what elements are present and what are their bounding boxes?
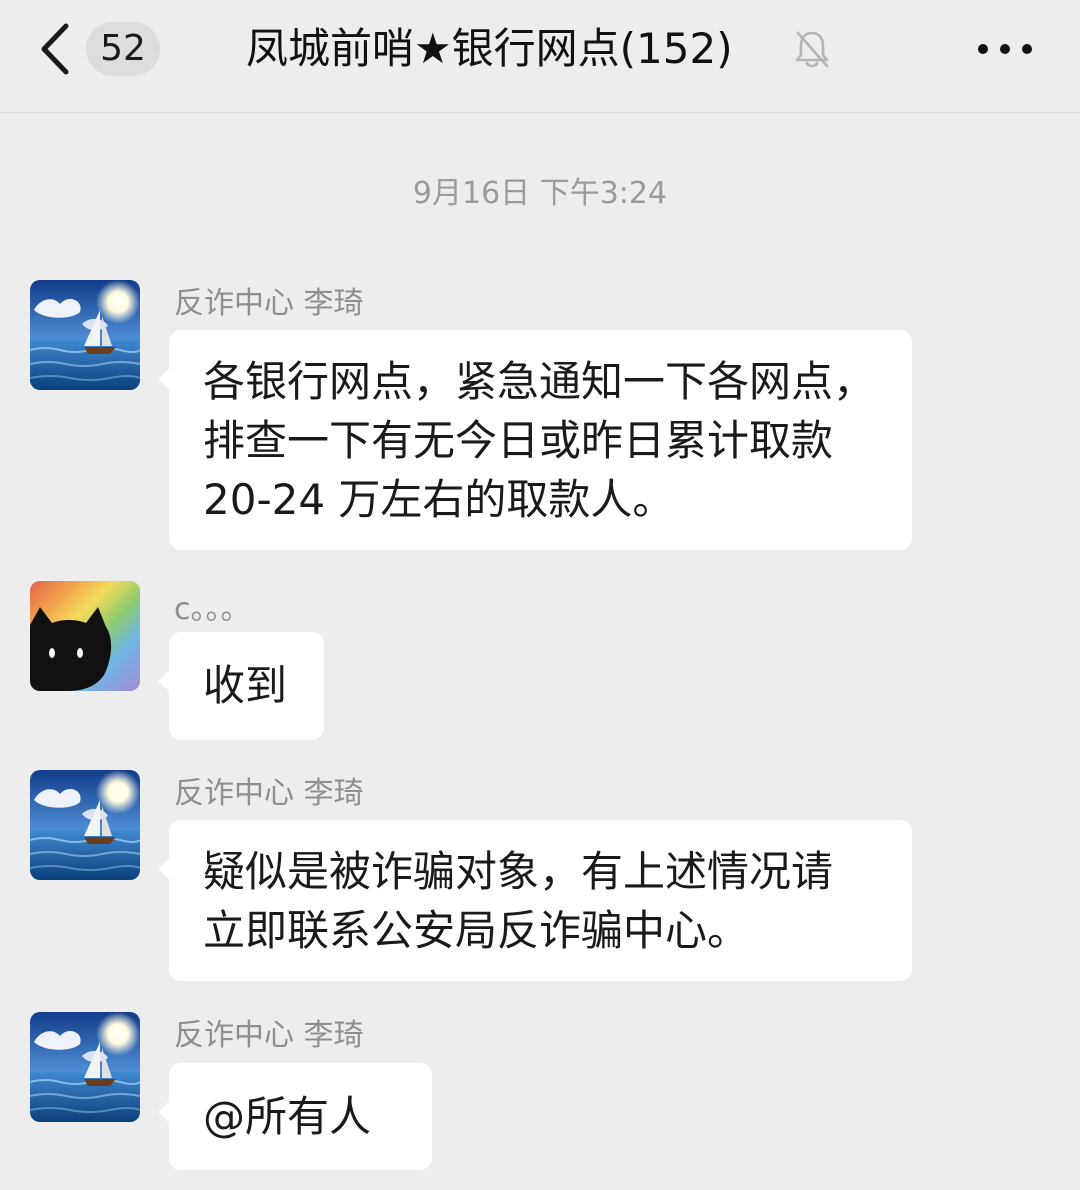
unread-count-badge[interactable]: 52: [86, 22, 160, 76]
sailboat-sea-avatar: [30, 280, 140, 390]
back-button[interactable]: [30, 18, 80, 80]
message-bubble[interactable]: 收到: [158, 632, 324, 740]
message-text-line: 疑似是被诈骗对象，有上述情况请: [203, 847, 834, 896]
message-text-line: 排查一下有无今日或昨日累计取款: [203, 416, 834, 465]
avatar[interactable]: [30, 1012, 140, 1122]
rainbow-black-cat-avatar: [30, 581, 140, 691]
sender-name: c。。。: [174, 592, 251, 627]
more-dots-icon: [978, 44, 1032, 54]
avatar[interactable]: [30, 280, 140, 390]
chat-header: 52 凤城前哨★银行网点(152): [0, 0, 1080, 113]
message-text-line: 各银行网点，紧急通知一下各网点，: [203, 357, 876, 406]
message-text-line: 20-24 万左右的取款人。: [203, 475, 675, 524]
sender-name: 反诈中心 李琦: [174, 286, 364, 321]
bell-off-icon: [792, 28, 832, 70]
message-text-line: 立即联系公安局反诈骗中心。: [203, 906, 750, 955]
chat-title: 凤城前哨★银行网点(152): [246, 24, 733, 73]
more-button[interactable]: [970, 24, 1040, 74]
message-bubble[interactable]: @所有人: [158, 1063, 432, 1170]
sender-name: 反诈中心 李琦: [174, 776, 364, 811]
chevron-left-icon: [41, 23, 69, 75]
sailboat-sea-avatar: [30, 1012, 140, 1122]
message-timestamp: 9月16日 下午3:24: [412, 176, 668, 211]
message-bubble[interactable]: 疑似是被诈骗对象，有上述情况请 立即联系公安局反诈骗中心。: [158, 820, 912, 981]
sender-name: 反诈中心 李琦: [174, 1018, 364, 1053]
avatar[interactable]: [30, 581, 140, 691]
message-text-line: @所有人: [203, 1092, 372, 1141]
message-bubble[interactable]: 各银行网点，紧急通知一下各网点， 排查一下有无今日或昨日累计取款 20-24 万…: [158, 330, 912, 550]
avatar[interactable]: [30, 770, 140, 880]
sailboat-sea-avatar: [30, 770, 140, 880]
message-text-line: 收到: [203, 661, 288, 710]
